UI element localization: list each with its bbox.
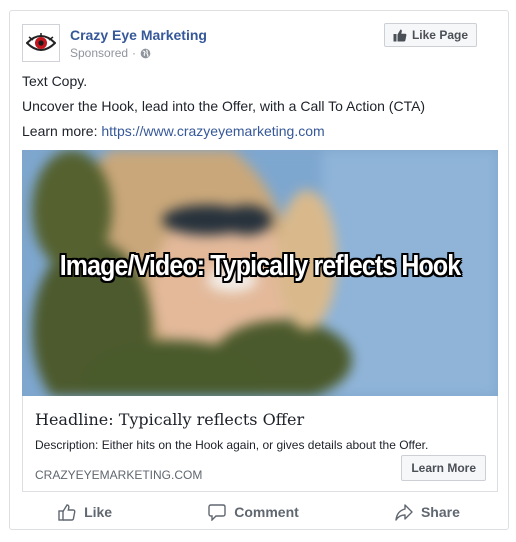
post-actions-bar: Like Comment Share [10, 499, 508, 525]
comment-label: Comment [234, 504, 299, 520]
share-label: Share [420, 504, 460, 520]
eye-logo-icon [26, 33, 56, 51]
separator-dot: · [132, 46, 137, 60]
text-copy: Text Copy. [22, 73, 88, 89]
comment-button[interactable]: Comment [208, 503, 299, 521]
link-preview[interactable]: Headline: Typically reflects Offer Descr… [22, 396, 498, 492]
learn-more-url-link[interactable]: https://www.crazyeyemarketing.com [101, 123, 324, 139]
link-description: Description: Either hits on the Hook aga… [35, 438, 429, 452]
sponsored-label: Sponsored · [70, 46, 151, 60]
link-domain: CRAZYEYEMARKETING.COM [35, 468, 203, 482]
speech-bubble-icon [208, 503, 226, 521]
media-overlay-text: Image/Video: Typically reflects Hook [59, 250, 461, 282]
thumbs-up-outline-icon [58, 503, 76, 521]
sponsored-post-card: Crazy Eye Marketing Sponsored · Like Pag… [9, 10, 509, 530]
like-page-button[interactable]: Like Page [383, 23, 477, 47]
ad-media[interactable]: Image/Video: Typically reflects Hook [22, 150, 498, 396]
learn-more-button[interactable]: Learn More [401, 455, 486, 481]
globe-icon[interactable] [140, 48, 151, 59]
learn-more-prefix: Learn more: [22, 123, 102, 139]
text-body: Uncover the Hook, lead into the Offer, w… [22, 98, 426, 114]
share-button[interactable]: Share [395, 503, 460, 521]
like-button[interactable]: Like [58, 503, 113, 521]
thumbs-up-icon [393, 29, 407, 41]
page-avatar[interactable] [22, 24, 60, 62]
like-label: Like [84, 504, 113, 520]
page-name-link[interactable]: Crazy Eye Marketing [70, 27, 207, 43]
share-arrow-icon [395, 503, 413, 521]
sponsored-text: Sponsored [70, 46, 129, 60]
learn-more-line: Learn more: https://www.crazyeyemarketin… [22, 123, 325, 139]
like-page-label: Like Page [411, 28, 468, 42]
link-headline[interactable]: Headline: Typically reflects Offer [35, 410, 304, 429]
